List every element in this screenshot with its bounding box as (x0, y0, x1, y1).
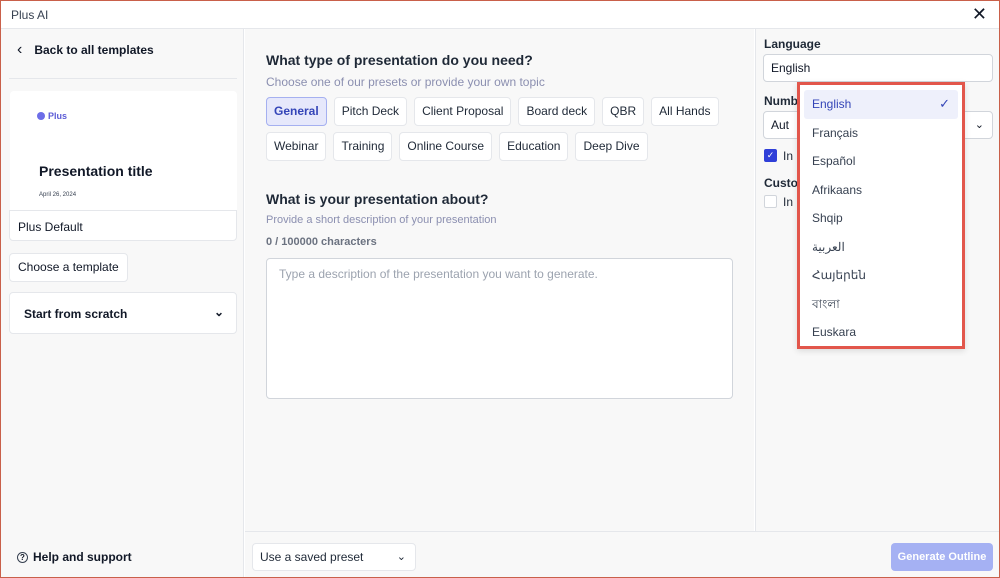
include-checkbox-2-label: In (783, 195, 794, 209)
include-checkbox-1[interactable]: ✓ (764, 149, 777, 162)
language-option-label: Afrikaans (812, 182, 863, 197)
checkmark-icon: ✓ (939, 96, 950, 111)
back-label: Back to all templates (34, 43, 154, 57)
presentation-type-hint: Choose one of our presets or provide you… (266, 75, 545, 89)
description-input[interactable] (266, 258, 733, 399)
preset-chip-webinar[interactable]: Webinar (266, 132, 327, 161)
window-title: Plus AI (11, 8, 49, 22)
start-from-scratch-toggle[interactable]: Start from scratch ⌄ (9, 292, 237, 334)
language-option-label: Euskara (812, 325, 857, 339)
app-window: Plus AI ✕ ‹ Back to all templates Plus P… (0, 0, 1000, 578)
include-checkbox-2[interactable] (764, 195, 777, 208)
language-option[interactable]: Euskara (804, 318, 958, 347)
include-checkbox-1-label: In (783, 149, 794, 163)
language-option[interactable]: Shqip (804, 204, 958, 233)
main-panel: What type of presentation do you need? C… (245, 29, 754, 531)
chevron-down-icon: ⌄ (396, 551, 406, 563)
template-sidebar: ‹ Back to all templates Plus Presentatio… (1, 29, 244, 577)
preset-chip-training[interactable]: Training (333, 132, 393, 161)
template-name: Plus Default (9, 210, 237, 241)
preset-chip-qbr[interactable]: QBR (602, 97, 645, 126)
language-option-label: Français (812, 125, 859, 140)
chevron-left-icon: ‹ (17, 41, 23, 58)
language-option[interactable]: العربية (804, 233, 958, 262)
preset-chip-all-hands[interactable]: All Hands (651, 97, 719, 126)
help-label: Help and support (33, 550, 132, 564)
language-option-label: Español (812, 154, 856, 168)
language-select[interactable]: English (763, 54, 993, 82)
template-thumbnail[interactable]: Plus Presentation title April 26, 2024 (10, 91, 237, 211)
character-count: 0 / 100000 characters (266, 236, 377, 248)
language-option[interactable]: Español (804, 147, 958, 176)
language-value: English (771, 61, 811, 75)
custom-label: Custo (764, 176, 798, 190)
preset-chip-deep-dive[interactable]: Deep Dive (575, 132, 648, 161)
plus-logo: Plus (37, 111, 67, 121)
plus-logo-icon (37, 112, 45, 120)
preset-chip-general[interactable]: General (266, 97, 327, 126)
language-label: Language (764, 37, 821, 51)
chevron-down-icon: ⌄ (974, 119, 984, 131)
preset-chip-online-course[interactable]: Online Course (399, 132, 493, 161)
generate-outline-button[interactable]: Generate Outline (891, 543, 993, 571)
preset-chip-education[interactable]: Education (499, 132, 569, 161)
title-bar: Plus AI ✕ (1, 1, 999, 29)
help-support-link[interactable]: ? Help and support (17, 550, 132, 564)
preset-chip-client-proposal[interactable]: Client Proposal (414, 97, 512, 126)
thumbnail-date: April 26, 2024 (39, 192, 77, 198)
language-option-label: العربية (812, 239, 845, 254)
language-option[interactable]: English ✓ (804, 90, 958, 119)
language-option-label: বাংলা (812, 296, 840, 311)
thumbnail-title: Presentation title (39, 163, 153, 179)
chevron-down-icon: ⌄ (213, 305, 224, 319)
presentation-about-heading: What is your presentation about? (266, 191, 489, 207)
language-dropdown-menu: English ✓ Français Español Afrikaans Shqip الع… (797, 82, 965, 349)
close-icon[interactable]: ✕ (972, 4, 987, 24)
presentation-about-hint: Provide a short description of your pres… (266, 214, 497, 226)
slides-count-label: Numb (764, 94, 798, 108)
preset-chip-pitch-deck[interactable]: Pitch Deck (333, 97, 408, 126)
preset-chip-board-deck[interactable]: Board deck (518, 97, 596, 126)
language-option[interactable]: Français (804, 119, 958, 148)
help-icon: ? (17, 551, 28, 563)
divider (9, 78, 237, 79)
preset-chips: General Pitch Deck Client Proposal Board de… (266, 97, 736, 161)
choose-template-button[interactable]: Choose a template (9, 253, 128, 282)
saved-preset-label: Use a saved preset (260, 550, 364, 564)
logo-text: Plus (48, 111, 68, 121)
footer-bar: Use a saved preset ⌄ Generate Outline (245, 531, 999, 577)
language-option[interactable]: Afrikaans (804, 176, 958, 205)
language-option-label: Shqip (812, 211, 843, 225)
language-option-label: Հայերեն (812, 268, 866, 282)
language-option[interactable]: বাংলা (804, 290, 958, 319)
saved-preset-select[interactable]: Use a saved preset ⌄ (252, 543, 416, 571)
slides-count-value: Aut (771, 118, 790, 132)
scratch-label: Start from scratch (24, 307, 128, 321)
language-option[interactable]: Հայերեն (804, 261, 958, 290)
language-option-label: English (812, 97, 852, 111)
back-to-templates-link[interactable]: ‹ Back to all templates (17, 41, 154, 58)
presentation-type-heading: What type of presentation do you need? (266, 52, 533, 68)
